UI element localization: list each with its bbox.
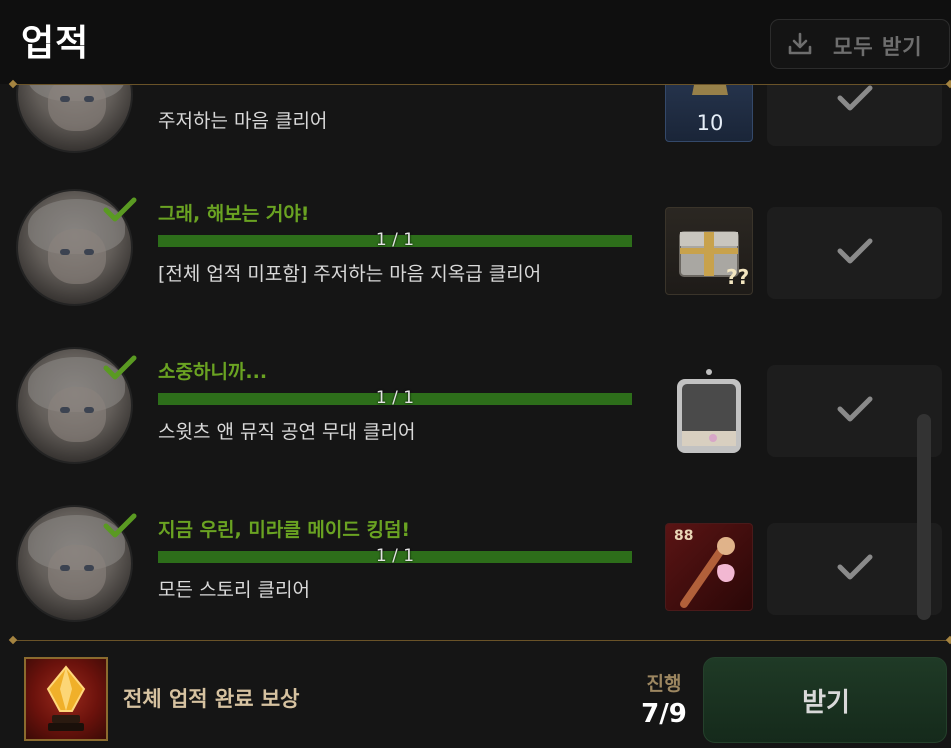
claim-button[interactable] <box>767 365 942 457</box>
progress-text: 1 / 1 <box>375 230 415 250</box>
character-avatar <box>16 84 133 153</box>
claim-total-label: 받기 <box>802 688 850 718</box>
achievement-description: [전체 업적 미포함] 주저하는 마음 지옥급 클리어 <box>158 263 542 285</box>
completed-check-icon <box>103 355 137 380</box>
claim-all-label: 모두 받기 <box>833 35 923 59</box>
crystal-trophy-icon <box>46 665 86 731</box>
achievement-row: 그래, 해보는 거야! 1 / 1 [전체 업적 미포함] 주저하는 마음 지옥… <box>0 189 951 347</box>
mystery-chest-icon: ?? <box>679 231 749 289</box>
header-divider <box>8 79 951 89</box>
list-scrollbar[interactable] <box>917 414 931 620</box>
check-icon <box>837 396 873 422</box>
achievement-row: 주저하는 마음 클리어 10 <box>0 84 951 194</box>
achievements-screen: 주저하는 마음 클리어 10 그래, 해보는 거야! 1 / 1 [전체 업적 … <box>0 0 951 748</box>
achievement-title: 소중하니까... <box>158 361 268 383</box>
reward-item[interactable] <box>665 365 753 453</box>
reward-count: 10 <box>696 111 724 135</box>
footer-divider <box>8 635 951 645</box>
achievement-description: 주저하는 마음 클리어 <box>158 110 328 132</box>
achievement-title: 그래, 해보는 거야! <box>158 203 310 225</box>
claim-button[interactable] <box>767 84 942 146</box>
check-icon <box>837 554 873 580</box>
check-icon <box>837 238 873 264</box>
achievement-row: 지금 우린, 미라클 메이드 킹덤! 1 / 1 모든 스토리 클리어 88 <box>0 505 951 640</box>
download-icon <box>788 32 812 55</box>
achievement-description: 모든 스토리 클리어 <box>158 579 310 601</box>
claim-button[interactable] <box>767 523 942 615</box>
achievement-row: 소중하니까... 1 / 1 스윗츠 앤 뮤직 공연 무대 클리어 <box>0 347 951 505</box>
progress-text: 1 / 1 <box>375 546 415 566</box>
completed-check-icon <box>103 513 137 538</box>
claim-total-reward-button[interactable]: 받기 <box>703 657 947 743</box>
svg-text:??: ?? <box>726 265 749 289</box>
completed-check-icon <box>103 197 137 222</box>
reward-item[interactable]: ?? <box>665 207 753 295</box>
page-title: 업적 <box>21 23 90 64</box>
achievement-list[interactable]: 주저하는 마음 클리어 10 그래, 해보는 거야! 1 / 1 [전체 업적 … <box>0 84 951 640</box>
claim-button[interactable] <box>767 207 942 299</box>
reward-item[interactable]: 88 <box>665 523 753 611</box>
claim-all-button[interactable]: 모두 받기 <box>770 19 950 69</box>
progress-label: 진행 <box>646 673 682 695</box>
total-reward-label: 전체 업적 완료 보상 <box>123 687 300 711</box>
header-bar: 업적 모두 받기 <box>0 0 951 84</box>
reward-item[interactable]: 10 <box>665 84 753 142</box>
check-icon <box>837 85 873 111</box>
progress-text: 1 / 1 <box>375 388 415 408</box>
total-reward-icon <box>24 657 108 741</box>
achievement-title: 지금 우린, 미라클 메이드 킹덤! <box>158 519 411 541</box>
photo-frame-icon <box>677 369 741 453</box>
achievement-description: 스윗츠 앤 뮤직 공연 무대 클리어 <box>158 421 416 443</box>
footer-bar: 전체 업적 완료 보상 진행 7/9 받기 <box>0 641 951 748</box>
reward-count: 88 <box>674 528 694 544</box>
progress-value: 7/9 <box>641 699 687 729</box>
